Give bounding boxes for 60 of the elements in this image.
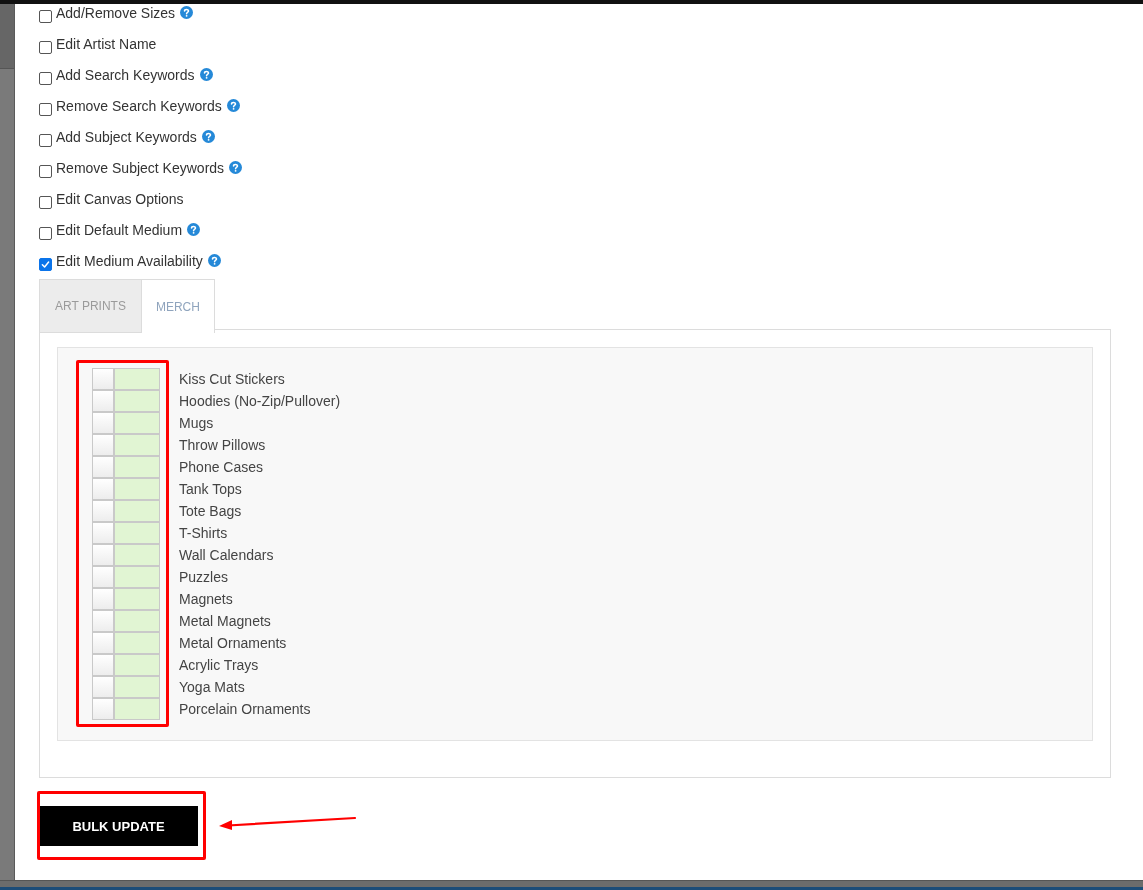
availability-toggle[interactable] <box>92 632 160 654</box>
checkbox[interactable] <box>39 164 52 178</box>
option-label: Remove Search Keywords <box>56 97 222 114</box>
tab[interactable]: MERCH <box>140 279 215 333</box>
product-label: Phone Cases <box>179 459 264 475</box>
availability-toggle[interactable] <box>92 390 160 412</box>
checkbox[interactable] <box>39 102 52 116</box>
product-label: Tote Bags <box>179 503 242 519</box>
help-icon[interactable] <box>207 254 221 267</box>
availability-toggle[interactable] <box>92 588 160 610</box>
availability-toggle[interactable] <box>92 456 160 478</box>
bulk-update-button[interactable]: BULK UPDATE <box>39 806 198 846</box>
product-label: Tank Tops <box>179 481 242 497</box>
option-label: Add Subject Keywords <box>56 128 197 145</box>
product-label: Hoodies (No-Zip/Pullover) <box>179 393 341 409</box>
availability-toggle[interactable] <box>92 654 160 676</box>
product-label: Metal Ornaments <box>179 635 287 651</box>
checkbox[interactable] <box>39 195 52 209</box>
availability-toggle[interactable] <box>92 434 160 456</box>
option-label: Edit Medium Availability <box>56 252 203 269</box>
product-label: Magnets <box>179 591 233 607</box>
availability-toggle[interactable] <box>92 412 160 434</box>
product-label: Puzzles <box>179 569 229 585</box>
product-label: Wall Calendars <box>179 547 274 563</box>
availability-toggle[interactable] <box>92 566 160 588</box>
availability-toggle[interactable] <box>92 368 160 390</box>
help-icon[interactable] <box>201 130 215 143</box>
product-label: Acrylic Trays <box>179 657 259 673</box>
product-label: Porcelain Ornaments <box>179 701 311 717</box>
product-label: Kiss Cut Stickers <box>179 371 285 387</box>
checkbox[interactable] <box>39 71 52 85</box>
help-icon[interactable] <box>187 223 201 236</box>
tab[interactable]: ART PRINTS <box>39 279 141 333</box>
option-label: Add/Remove Sizes <box>56 4 176 21</box>
availability-toggle[interactable] <box>92 522 160 544</box>
option-label: Edit Default Medium <box>56 221 183 238</box>
help-icon[interactable] <box>199 68 213 81</box>
product-label: Yoga Mats <box>179 679 245 695</box>
availability-toggle[interactable] <box>92 478 160 500</box>
option-label: Remove Subject Keywords <box>56 159 225 176</box>
availability-toggle[interactable] <box>92 676 160 698</box>
availability-toggle[interactable] <box>92 698 160 720</box>
product-label: Metal Magnets <box>179 613 271 629</box>
checkbox[interactable] <box>39 226 52 240</box>
help-icon[interactable] <box>180 6 194 19</box>
availability-toggle[interactable] <box>92 500 160 522</box>
help-icon[interactable] <box>229 161 243 174</box>
product-label: Mugs <box>179 415 214 431</box>
availability-toggle[interactable] <box>92 610 160 632</box>
option-label: Edit Canvas Options <box>56 190 184 207</box>
availability-toggle[interactable] <box>92 544 160 566</box>
checkbox[interactable] <box>39 133 52 147</box>
product-label: T-Shirts <box>179 525 228 541</box>
option-label: Add Search Keywords <box>56 66 195 83</box>
checkbox[interactable] <box>39 257 52 271</box>
product-label: Throw Pillows <box>179 437 266 453</box>
option-label: Edit Artist Name <box>56 35 157 52</box>
checkbox[interactable] <box>39 40 52 54</box>
help-icon[interactable] <box>226 99 240 112</box>
checkbox[interactable] <box>39 9 52 23</box>
